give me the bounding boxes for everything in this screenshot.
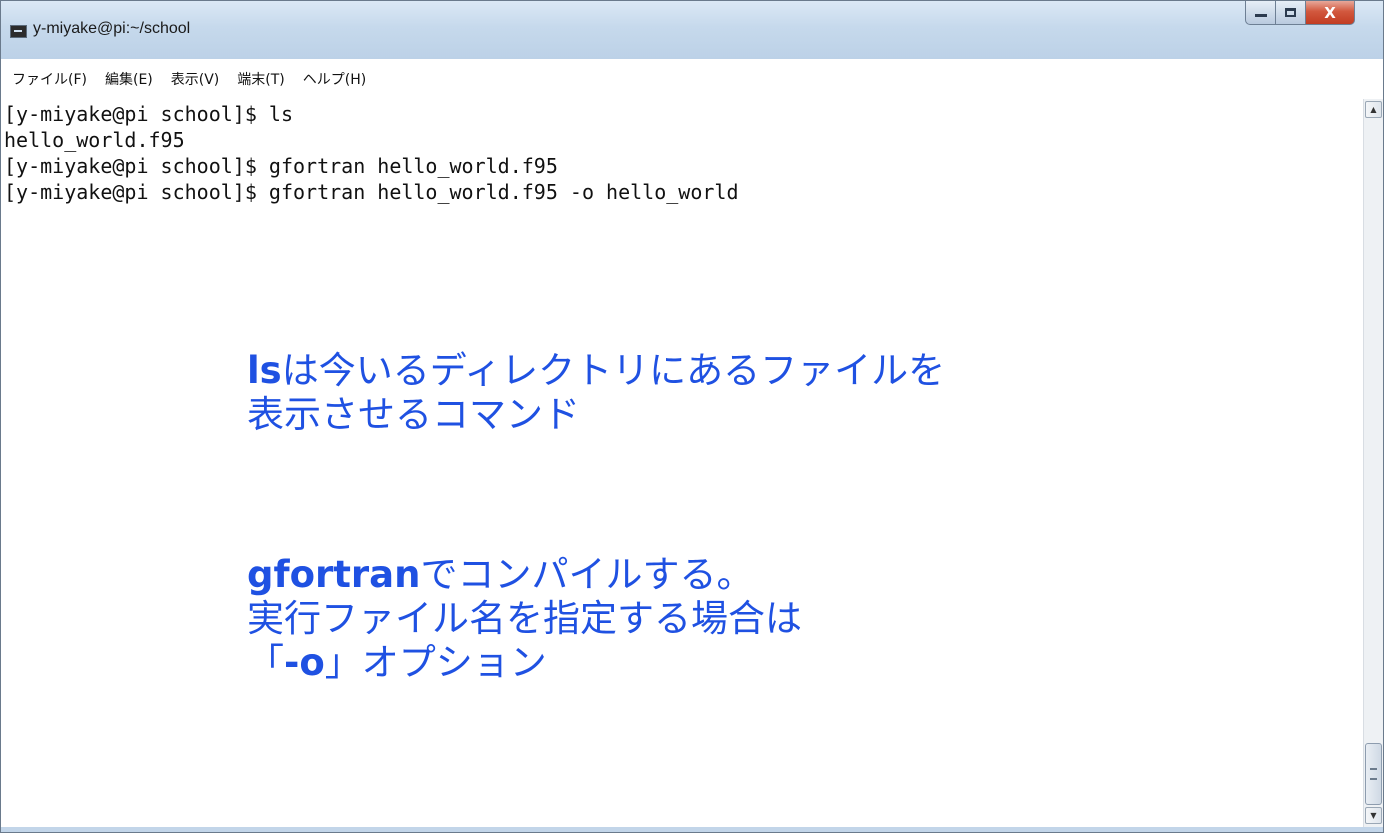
terminal-icon	[10, 25, 27, 38]
option-flag-label: -o	[284, 641, 325, 684]
gfortran-annotation-line3: 「-o」オプション	[247, 641, 802, 685]
menu-help[interactable]: ヘルプ(H)	[301, 67, 368, 91]
scroll-down-arrow-icon[interactable]: ▼	[1365, 807, 1382, 824]
close-icon: X	[1324, 3, 1336, 22]
terminal-line: [y-miyake@pi school]$ gfortran hello_wor…	[4, 154, 558, 178]
terminal-line: hello_world.f95	[4, 128, 185, 152]
terminal-line: [y-miyake@pi school]$ gfortran hello_wor…	[4, 180, 739, 204]
ls-description: は今いるディレクトリにあるファイルを	[281, 349, 946, 392]
terminal-lines: [y-miyake@pi school]$ ls hello_world.f95…	[4, 101, 739, 205]
terminal-output[interactable]: [y-miyake@pi school]$ ls hello_world.f95…	[1, 99, 1363, 827]
option-open-bracket: 「	[247, 641, 284, 684]
scroll-thumb[interactable]	[1365, 743, 1382, 805]
window-title: y-miyake@pi:~/school	[33, 20, 191, 37]
ls-annotation-line1: lsは今いるディレクトリにあるファイルを	[247, 349, 945, 393]
minimize-button[interactable]	[1245, 1, 1275, 25]
terminal-line: [y-miyake@pi school]$ ls	[4, 102, 293, 126]
title-bar[interactable]: y-miyake@pi:~/school X	[1, 1, 1383, 59]
ls-command-label: ls	[247, 349, 282, 392]
option-description: 」オプション	[324, 641, 547, 684]
gfortran-description: でコンパイルする。	[420, 553, 754, 596]
ls-annotation-line2: 表示させるコマンド	[247, 393, 580, 436]
menu-bar: ファイル(F) 編集(E) 表示(V) 端末(T) ヘルプ(H)	[1, 59, 1383, 99]
minimize-icon	[1254, 14, 1267, 17]
menu-view[interactable]: 表示(V)	[169, 67, 222, 91]
scroll-up-arrow-icon[interactable]: ▲	[1365, 101, 1382, 118]
window-controls: X	[1245, 1, 1355, 33]
menu-edit[interactable]: 編集(E)	[103, 67, 155, 91]
gfortran-command-label: gfortran	[247, 553, 421, 596]
window-bottom-border	[1, 827, 1383, 832]
maximize-icon	[1285, 8, 1296, 17]
gfortran-annotation-line1: gfortranでコンパイルする。	[247, 553, 802, 597]
maximize-button[interactable]	[1275, 1, 1305, 25]
menu-file[interactable]: ファイル(F)	[10, 67, 89, 91]
gfortran-annotation: gfortranでコンパイルする。 実行ファイル名を指定する場合は 「-o」オプ…	[247, 553, 802, 685]
gfortran-annotation-line2: 実行ファイル名を指定する場合は	[247, 597, 802, 640]
close-button[interactable]: X	[1305, 1, 1355, 25]
menu-terminal[interactable]: 端末(T)	[235, 67, 286, 91]
terminal-window: y-miyake@pi:~/school X ファイル(F) 編集(E) 表示(…	[0, 0, 1384, 833]
vertical-scrollbar[interactable]: ▲ ▼	[1363, 99, 1383, 827]
ls-annotation: lsは今いるディレクトリにあるファイルを 表示させるコマンド	[247, 349, 945, 437]
